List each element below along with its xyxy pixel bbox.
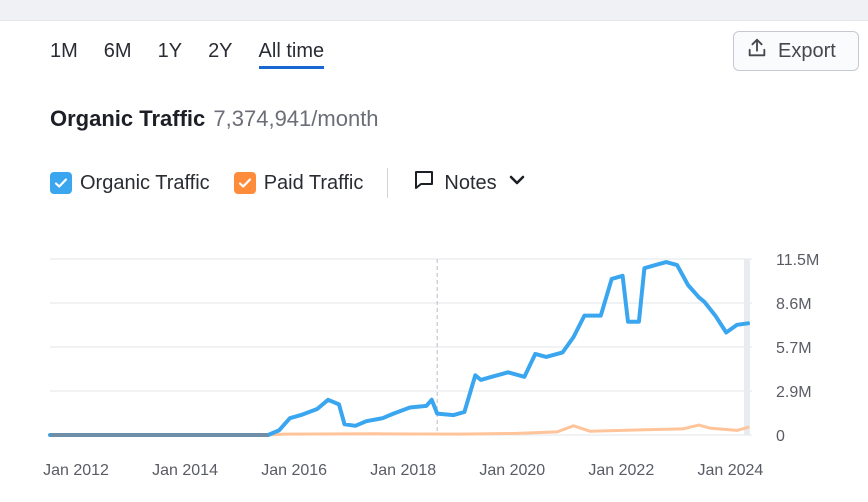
x-tick-label: Jan 2016	[261, 462, 327, 479]
tab-all-time[interactable]: All time	[258, 40, 325, 69]
comment-icon	[412, 168, 436, 198]
x-tick-label: Jan 2014	[152, 462, 218, 479]
upload-icon	[746, 37, 768, 65]
y-tick-label: 8.6M	[776, 296, 812, 313]
legend-paid-label: Paid Traffic	[263, 171, 364, 194]
page-title: Organic Traffic 7,374,941/month	[50, 106, 379, 132]
x-tick-label: Jan 2022	[588, 462, 654, 479]
y-tick-label: 5.7M	[776, 340, 812, 357]
traffic-chart: 11.5M 8.6M 5.7M 2.9M 0 Jan 2012 Jan 2014 Jan 20…	[0, 238, 868, 488]
tab-6m[interactable]: 6M	[104, 40, 132, 69]
y-tick-label: 11.5M	[776, 252, 819, 269]
notes-dropdown[interactable]: Notes	[412, 168, 528, 198]
x-tick-label: Jan 2024	[697, 462, 763, 479]
series-line-organic-traffic	[48, 260, 750, 437]
x-tick-label: Jan 2012	[43, 462, 109, 479]
x-tick-label: Jan 2020	[479, 462, 545, 479]
tab-1m[interactable]: 1M	[50, 40, 78, 69]
notes-label: Notes	[444, 171, 497, 194]
tab-2y[interactable]: 2Y	[208, 40, 232, 69]
range-tabs: 1M 6M 1Y 2Y All time	[50, 40, 350, 69]
title-value: 7,374,941/month	[213, 106, 379, 131]
checkbox-checked-icon[interactable]	[233, 172, 256, 194]
range-end-marker	[744, 259, 750, 435]
legend-organic-traffic[interactable]: Organic Traffic	[50, 172, 210, 195]
traffic-chart-svg: 11.5M 8.6M 5.7M 2.9M 0 Jan 2012 Jan 2014 Jan 20…	[43, 252, 819, 479]
legend-paid-traffic[interactable]: Paid Traffic	[233, 171, 364, 195]
y-tick-label: 2.9M	[776, 384, 812, 401]
chart-legend: Organic Traffic Paid Traffic Notes	[50, 168, 529, 198]
y-tick-label: 0	[776, 428, 785, 445]
export-label: Export	[778, 39, 836, 62]
checkbox-checked-icon[interactable]	[50, 172, 72, 194]
chevron-down-icon	[505, 168, 529, 198]
legend-organic-label: Organic Traffic	[80, 171, 210, 194]
export-button[interactable]: Export	[733, 31, 859, 71]
legend-divider	[387, 168, 389, 198]
x-tick-label: Jan 2018	[370, 462, 436, 479]
title-metric: Organic Traffic	[50, 106, 206, 131]
tab-1y[interactable]: 1Y	[158, 40, 182, 69]
